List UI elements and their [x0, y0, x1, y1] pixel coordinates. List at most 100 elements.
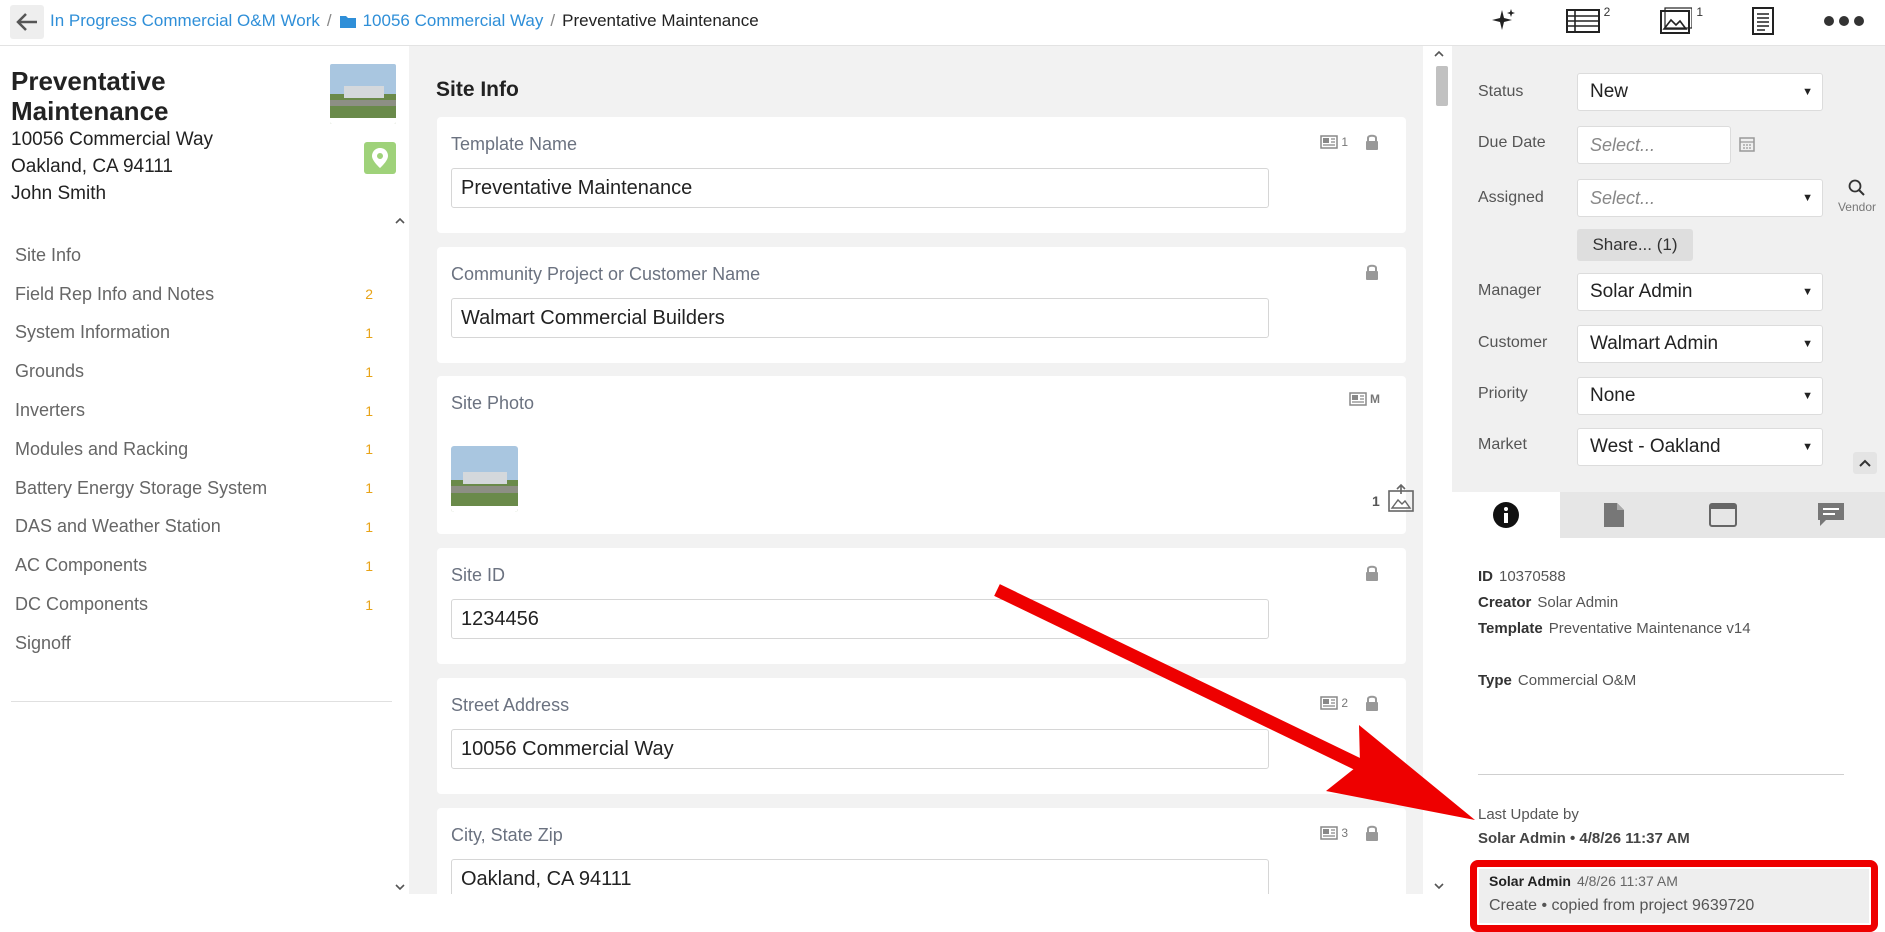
nav-item-grounds[interactable]: Grounds 1 [0, 352, 390, 391]
top-bar: In Progress Commercial O&M Work / 10056 … [0, 0, 1885, 46]
assigned-label: Assigned [1478, 189, 1544, 206]
nav-item-field-rep[interactable]: Field Rep Info and Notes 2 [0, 275, 390, 314]
nav-item-label: System Information [15, 322, 171, 343]
nav-item-modules-racking[interactable]: Modules and Racking 1 [0, 430, 390, 469]
nav-item-label: Modules and Racking [15, 438, 189, 459]
nav-item-label: Inverters [15, 400, 86, 421]
scrollbar-thumb[interactable] [1436, 66, 1448, 106]
search-icon [1848, 179, 1865, 196]
tab-files[interactable] [1560, 492, 1669, 538]
template-name-input[interactable]: Preventative Maintenance [451, 168, 1269, 208]
project-street: 10056 Commercial Way [11, 129, 214, 150]
field-site-id: Site ID 1234456 [437, 548, 1406, 664]
activity-entry: Solar Admin 4/8/26 11:37 AM Create • copi… [1479, 869, 1869, 923]
info-icon [1493, 502, 1520, 528]
breadcrumb-separator: / [326, 11, 332, 30]
priority-label: Priority [1478, 385, 1528, 402]
tab-comments[interactable] [1776, 492, 1885, 538]
details-panel: Status New ▼ Due Date Select... Assigned … [1452, 46, 1885, 932]
manager-select[interactable]: Solar Admin ▼ [1577, 273, 1823, 311]
lock-icon [1366, 825, 1378, 841]
caret-down-icon: ▼ [1802, 286, 1813, 298]
assigned-select[interactable]: Select... ▼ [1577, 179, 1823, 217]
vendor-search-button[interactable]: Vendor [1832, 179, 1882, 214]
upload-image-icon [1388, 483, 1414, 512]
status-select[interactable]: New ▼ [1577, 73, 1823, 111]
back-button[interactable] [10, 5, 44, 39]
nav-item-label: DAS and Weather Station [15, 516, 221, 537]
nav-item-signoff[interactable]: Signoff [0, 624, 390, 663]
project-thumbnail[interactable] [330, 64, 396, 124]
table-view-button[interactable]: 2 [1565, 5, 1611, 34]
notes-count: 3 [1341, 826, 1348, 840]
nav-item-site-info[interactable]: Site Info [0, 236, 390, 275]
breadcrumb-current: Preventative Maintenance [562, 11, 759, 30]
form-panel: Site Info Template Name 1 Preventative M… [409, 46, 1423, 894]
field-icons [1364, 564, 1380, 582]
field-customer-name: Community Project or Customer Name Walma… [437, 247, 1406, 363]
info-panel: ID 10370588 Creator Solar Admin Template Pr… [1452, 538, 1885, 932]
notes-button[interactable]: 2 [1320, 696, 1348, 710]
photo-count: 1 [1696, 5, 1703, 19]
breadcrumb-link-site[interactable]: 10056 Commercial Way [363, 11, 544, 31]
street-address-input[interactable]: 10056 Commercial Way [451, 729, 1269, 769]
field-template-name: Template Name 1 Preventative Maintenance [437, 117, 1406, 233]
form-scrollbar[interactable] [1430, 46, 1448, 894]
nav-item-label: Battery Energy Storage System [15, 477, 268, 498]
upload-photo-button[interactable] [1387, 483, 1415, 518]
ai-sparkle-button[interactable] [1488, 6, 1518, 36]
nav-item-system-information[interactable]: System Information 1 [0, 314, 390, 353]
nav-item-count: 2 [365, 286, 373, 303]
field-street-address: Street Address 2 10056 Commercial Way [437, 678, 1406, 794]
due-date-label: Due Date [1478, 134, 1546, 151]
customer-name-input[interactable]: Walmart Commercial Builders [451, 298, 1269, 338]
map-pin-icon [372, 148, 388, 168]
more-options-button[interactable] [1823, 15, 1865, 27]
nav-item-battery-storage[interactable]: Battery Energy Storage System 1 [0, 469, 390, 508]
site-photo-thumbnail[interactable] [451, 446, 518, 512]
field-label: Street Address [451, 695, 570, 715]
caret-down-icon: ▼ [1802, 390, 1813, 402]
field-icons: 1 [1320, 133, 1380, 151]
market-select[interactable]: West - Oakland ▼ [1577, 428, 1823, 466]
report-button[interactable] [1751, 6, 1775, 36]
info-template: Template Preventative Maintenance v14 [1478, 620, 1751, 637]
nav-item-das-weather[interactable]: DAS and Weather Station 1 [0, 508, 390, 547]
nav-item-count: 1 [365, 480, 373, 497]
notes-button[interactable]: 3 [1320, 826, 1348, 840]
info-template-value: Preventative Maintenance v14 [1548, 620, 1751, 637]
share-button[interactable]: Share... (1) [1577, 229, 1693, 261]
city-state-zip-input[interactable]: Oakland, CA 94111 [451, 859, 1269, 894]
tab-window[interactable] [1668, 492, 1777, 538]
nav-item-count: 1 [365, 596, 373, 613]
nav-item-ac-components[interactable]: AC Components 1 [0, 546, 390, 585]
collapse-details-button[interactable] [1853, 452, 1877, 474]
market-value: West - Oakland [1590, 436, 1721, 457]
nav-item-inverters[interactable]: Inverters 1 [0, 391, 390, 430]
customer-select[interactable]: Walmart Admin ▼ [1577, 325, 1823, 363]
due-date-input[interactable]: Select... [1577, 126, 1731, 164]
field-label: Site Photo [451, 393, 535, 413]
window-icon [1708, 503, 1737, 527]
map-pin-button[interactable] [364, 142, 396, 174]
photo-gallery-icon [1660, 7, 1693, 34]
customer-value: Walmart Admin [1590, 333, 1719, 354]
field-icons [1364, 263, 1380, 281]
table-count: 2 [1603, 5, 1611, 19]
calendar-button[interactable] [1739, 136, 1755, 157]
note-icon [1320, 135, 1339, 149]
photos-button[interactable]: 1 [1658, 5, 1703, 35]
activity-log-entry: Solar Admin 4/8/26 11:37 AM Create • copi… [1470, 860, 1878, 932]
nav-item-dc-components[interactable]: DC Components 1 [0, 585, 390, 624]
nav-item-label: Grounds [15, 361, 85, 382]
tab-info[interactable] [1452, 492, 1561, 538]
breadcrumb-link-work[interactable]: In Progress Commercial O&M Work [50, 11, 320, 31]
site-id-input[interactable]: 1234456 [451, 599, 1269, 639]
notes-button[interactable]: M [1349, 392, 1380, 406]
nav-scrollbar[interactable] [393, 216, 407, 894]
market-label: Market [1478, 436, 1527, 453]
priority-select[interactable]: None ▼ [1577, 377, 1823, 415]
assigned-placeholder: Select... [1590, 187, 1656, 208]
notes-button[interactable]: 1 [1320, 135, 1348, 149]
calendar-icon [1739, 137, 1755, 152]
